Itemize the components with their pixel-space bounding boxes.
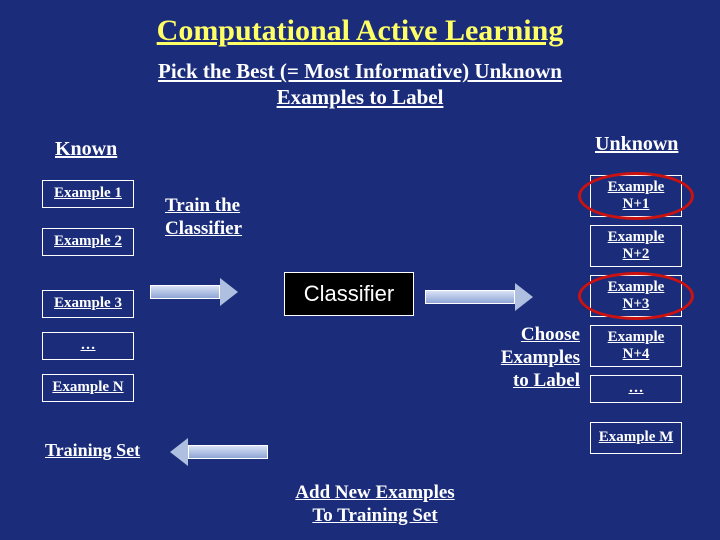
slide-subtitle: Pick the Best (= Most Informative) Unkno… bbox=[0, 58, 720, 111]
unknown-n4-a: Example bbox=[608, 329, 665, 345]
unknown-example-n3: ExampleN+3 bbox=[590, 275, 682, 317]
unknown-n4-b: N+4 bbox=[623, 346, 650, 362]
choose-line3: to Label bbox=[513, 370, 580, 391]
unknown-n1-b: N+1 bbox=[623, 196, 650, 212]
add-line2: To Training Set bbox=[312, 505, 437, 526]
arrow-choose bbox=[425, 283, 533, 311]
known-example-n: Example N bbox=[42, 374, 134, 402]
classifier-box: Classifier bbox=[284, 272, 414, 316]
subtitle-line1: Pick the Best (= Most Informative) Unkno… bbox=[158, 59, 562, 83]
known-dots: … bbox=[42, 332, 134, 360]
arrow-train bbox=[150, 278, 238, 306]
slide-title: Computational Active Learning bbox=[0, 0, 720, 48]
known-heading: Known bbox=[55, 138, 117, 161]
unknown-example-m: Example M bbox=[590, 422, 682, 454]
unknown-n1-a: Example bbox=[608, 179, 665, 195]
unknown-n2-a: Example bbox=[608, 229, 665, 245]
known-example-1: Example 1 bbox=[42, 180, 134, 208]
known-example-3: Example 3 bbox=[42, 290, 134, 318]
add-examples-label: Add New Examples To Training Set bbox=[275, 482, 475, 528]
unknown-n3-b: N+3 bbox=[623, 296, 650, 312]
training-set-label: Training Set bbox=[45, 440, 140, 461]
unknown-example-n1: ExampleN+1 bbox=[590, 175, 682, 217]
arrow-add bbox=[170, 438, 268, 466]
choose-line2: Examples bbox=[501, 347, 580, 368]
train-line1: Train the bbox=[165, 195, 240, 216]
choose-label: Choose Examples to Label bbox=[480, 324, 580, 392]
choose-line1: Choose bbox=[521, 324, 580, 345]
train-line2: Classifier bbox=[165, 218, 242, 239]
unknown-example-n2: ExampleN+2 bbox=[590, 225, 682, 267]
unknown-heading: Unknown bbox=[595, 133, 678, 156]
unknown-n3-a: Example bbox=[608, 279, 665, 295]
unknown-example-n4: ExampleN+4 bbox=[590, 325, 682, 367]
unknown-n2-b: N+2 bbox=[623, 246, 650, 262]
unknown-dots: … bbox=[590, 375, 682, 403]
train-classifier-label: Train the Classifier bbox=[165, 195, 242, 241]
subtitle-line2: Examples to Label bbox=[277, 85, 444, 109]
add-line1: Add New Examples bbox=[295, 482, 454, 503]
known-example-2: Example 2 bbox=[42, 228, 134, 256]
